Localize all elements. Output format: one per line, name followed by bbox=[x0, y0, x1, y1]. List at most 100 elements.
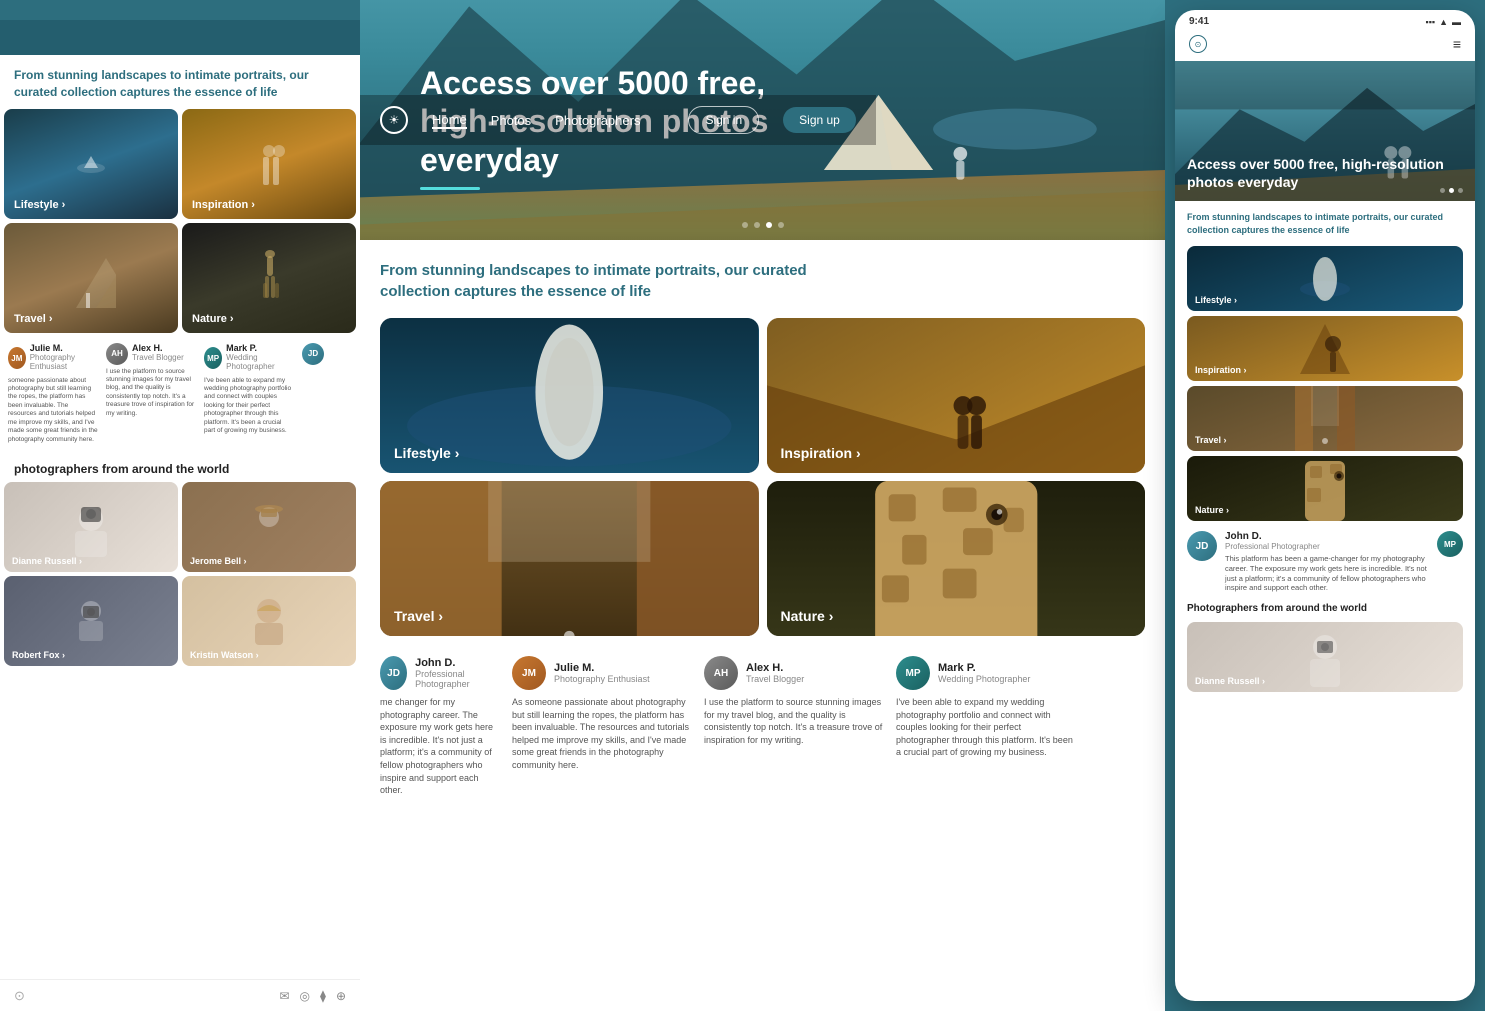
left-footer: ⊙ ✉ ◎ ⧫ ⊕ bbox=[0, 979, 360, 1011]
hero-dot-1[interactable] bbox=[754, 222, 760, 228]
right-photo-travel[interactable]: Travel › bbox=[1187, 386, 1463, 451]
left-hero-strip bbox=[0, 0, 360, 55]
center-avatar-jm: JM bbox=[512, 656, 546, 690]
hero-dot-0[interactable] bbox=[742, 222, 748, 228]
footer-email-icon[interactable]: ✉ bbox=[279, 989, 289, 1003]
center-card-nature[interactable]: Nature › bbox=[767, 481, 1146, 636]
center-photo-grid: Lifestyle › bbox=[380, 318, 1145, 636]
hero-dot-2[interactable] bbox=[766, 222, 772, 228]
wifi-icon: ▲ bbox=[1439, 17, 1448, 27]
right-photographer-dr[interactable]: Dianne Russell › bbox=[1187, 622, 1463, 692]
right-test-avatar-2: MP bbox=[1437, 531, 1463, 557]
right-photo-lifestyle[interactable]: Lifestyle › bbox=[1187, 246, 1463, 311]
left-avatar-jm: JM bbox=[8, 347, 26, 369]
left-avatar-ah: AH bbox=[106, 343, 128, 365]
signin-button[interactable]: Sign in bbox=[688, 106, 759, 134]
left-testimonial-3: JD bbox=[302, 343, 352, 445]
hero-dot-3[interactable] bbox=[778, 222, 784, 228]
left-card-lifestyle[interactable]: Lifestyle › bbox=[4, 109, 178, 219]
nav-link-photos[interactable]: Photos bbox=[491, 113, 531, 128]
center-inspiration-label: Inspiration › bbox=[781, 445, 861, 461]
left-lifestyle-label: Lifestyle › bbox=[14, 199, 65, 211]
left-photographer-dr[interactable]: Dianne Russell › bbox=[4, 482, 178, 572]
right-hero-dots bbox=[1440, 188, 1463, 193]
left-photographer-jb[interactable]: Jerome Bell › bbox=[182, 482, 356, 572]
right-dot-2[interactable] bbox=[1458, 188, 1463, 193]
right-inspiration-label: Inspiration › bbox=[1195, 365, 1247, 375]
right-photographers-title: Photographers from around the world bbox=[1187, 603, 1463, 614]
nav-link-photographers[interactable]: Photographers bbox=[555, 113, 640, 128]
left-avatar-mp: MP bbox=[204, 347, 222, 369]
battery-icon: ▬ bbox=[1452, 17, 1461, 27]
left-photographers-title: photographers from around the world bbox=[0, 454, 360, 482]
right-tagline: From stunning landscapes to intimate por… bbox=[1187, 211, 1463, 236]
left-travel-label: Travel › bbox=[14, 313, 53, 325]
center-lifestyle-label: Lifestyle › bbox=[394, 445, 459, 461]
right-lifestyle-label: Lifestyle › bbox=[1195, 295, 1237, 305]
left-card-inspiration[interactable]: Inspiration › bbox=[182, 109, 356, 219]
center-nature-label: Nature › bbox=[781, 608, 834, 624]
right-hero: Access over 5000 free, high-resolution p… bbox=[1175, 61, 1475, 201]
center-hero: ☀ Home Photos Photographers Sign in Sign… bbox=[360, 0, 1165, 240]
left-rf-label: Robert Fox › bbox=[12, 650, 65, 660]
right-mobile-panel: 9:41 ▪▪▪ ▲ ▬ ⊙ ≡ bbox=[1175, 10, 1475, 1001]
right-photo-inspiration[interactable]: Inspiration › bbox=[1187, 316, 1463, 381]
right-nav-logo: ⊙ bbox=[1189, 35, 1207, 53]
center-card-lifestyle[interactable]: Lifestyle › bbox=[380, 318, 759, 473]
center-avatar-mp: MP bbox=[896, 656, 930, 690]
right-content: From stunning landscapes to intimate por… bbox=[1175, 201, 1475, 1001]
right-test-avatar: JD bbox=[1187, 531, 1217, 561]
nav-logo: ☀ bbox=[380, 106, 408, 134]
nav-link-home[interactable]: Home bbox=[432, 112, 467, 129]
center-avatar-ah: AH bbox=[704, 656, 738, 690]
left-card-nature[interactable]: Nature › bbox=[182, 223, 356, 333]
center-testimonial-2: AH Alex H. Travel Blogger I use the plat… bbox=[704, 656, 884, 797]
right-photo-nature[interactable]: Nature › bbox=[1187, 456, 1463, 521]
center-testimonial-0: JD John D. Professional Photographer me … bbox=[380, 656, 500, 797]
left-testimonial-0: JM Julie M. Photography Enthusiast someo… bbox=[8, 343, 98, 445]
center-testimonial-3: MP Mark P. Wedding Photographer I've bee… bbox=[896, 656, 1076, 797]
footer-sun-icon: ⊙ bbox=[14, 988, 25, 1004]
center-desktop-panel: ☀ Home Photos Photographers Sign in Sign… bbox=[360, 0, 1165, 1011]
left-mobile-panel: From stunning landscapes to intimate por… bbox=[0, 0, 360, 1011]
left-kw-label: Kristin Watson › bbox=[190, 650, 259, 660]
center-nav: ☀ Home Photos Photographers Sign in Sign… bbox=[360, 95, 876, 145]
left-testimonials: JM Julie M. Photography Enthusiast someo… bbox=[0, 333, 360, 455]
right-photo-list: Lifestyle › Inspiration › bbox=[1187, 246, 1463, 521]
left-avatar-4: JD bbox=[302, 343, 324, 365]
center-travel-label: Travel › bbox=[394, 608, 443, 624]
status-time: 9:41 bbox=[1189, 16, 1209, 27]
right-nav: ⊙ ≡ bbox=[1175, 31, 1475, 61]
right-hamburger-icon[interactable]: ≡ bbox=[1453, 36, 1461, 52]
center-card-inspiration[interactable]: Inspiration › bbox=[767, 318, 1146, 473]
left-dr-label: Dianne Russell › bbox=[12, 556, 82, 566]
left-testimonial-2: MP Mark P. Wedding Photographer I've bee… bbox=[204, 343, 294, 445]
center-testimonials: JD John D. Professional Photographer me … bbox=[380, 656, 1145, 797]
right-status-bar: 9:41 ▪▪▪ ▲ ▬ bbox=[1175, 10, 1475, 31]
signal-icon: ▪▪▪ bbox=[1426, 17, 1436, 27]
right-dot-0[interactable] bbox=[1440, 188, 1445, 193]
right-nature-label: Nature › bbox=[1195, 505, 1229, 515]
center-testimonial-1: JM Julie M. Photography Enthusiast As so… bbox=[512, 656, 692, 797]
right-dr-label: Dianne Russell › bbox=[1195, 676, 1265, 686]
right-dot-1[interactable] bbox=[1449, 188, 1454, 193]
hero-underline bbox=[420, 187, 480, 190]
right-travel-label: Travel › bbox=[1195, 435, 1227, 445]
left-testimonial-1: AH Alex H. Travel Blogger I use the plat… bbox=[106, 343, 196, 445]
left-card-travel[interactable]: Travel › bbox=[4, 223, 178, 333]
center-card-travel[interactable]: Travel › bbox=[380, 481, 759, 636]
footer-figma-icon[interactable]: ⧫ bbox=[320, 989, 326, 1003]
signup-button[interactable]: Sign up bbox=[783, 107, 856, 133]
hero-dots bbox=[742, 222, 784, 228]
left-photo-grid: Lifestyle › Inspiration › T bbox=[0, 109, 360, 333]
left-inspiration-label: Inspiration › bbox=[192, 199, 255, 211]
center-content: From stunning landscapes to intimate por… bbox=[360, 240, 1165, 1011]
footer-dribble-icon[interactable]: ⊕ bbox=[336, 989, 346, 1003]
status-icons: ▪▪▪ ▲ ▬ bbox=[1426, 17, 1462, 27]
left-tagline: From stunning landscapes to intimate por… bbox=[0, 55, 360, 109]
footer-instagram-icon[interactable]: ◎ bbox=[300, 989, 310, 1003]
right-hero-title: Access over 5000 free, high-resolution p… bbox=[1187, 155, 1463, 191]
center-tagline: From stunning landscapes to intimate por… bbox=[380, 260, 880, 302]
left-photographer-kw[interactable]: Kristin Watson › bbox=[182, 576, 356, 666]
left-photographer-rf[interactable]: Robert Fox › bbox=[4, 576, 178, 666]
